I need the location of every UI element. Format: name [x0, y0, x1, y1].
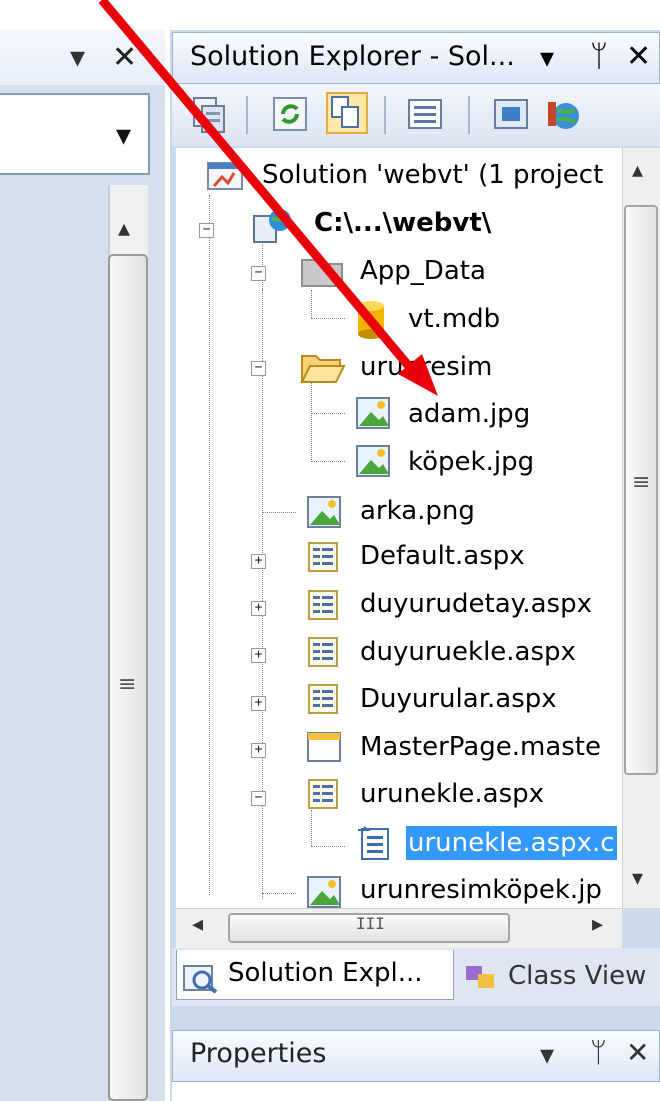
properties-menu-icon[interactable]: ▾	[540, 1038, 554, 1071]
tree-guide-line	[311, 413, 345, 414]
toolbar-separator	[246, 96, 248, 134]
tab-class-view[interactable]: Class View	[508, 961, 646, 991]
tree-guide-line	[311, 290, 312, 318]
tree-item-kopek-jpg[interactable]: köpek.jpg	[408, 445, 534, 479]
image-file-icon	[356, 397, 390, 429]
view-designer-icon[interactable]	[490, 94, 532, 136]
tree-guide-line	[262, 512, 296, 513]
toolbar-separator	[468, 96, 470, 134]
tree-guide-line	[209, 195, 210, 895]
editor-scroll-grip: ≡	[118, 672, 137, 697]
tree-item-urunekle-aspx[interactable]: urunekle.aspx	[360, 777, 544, 811]
pin-icon[interactable]: ᛘ	[590, 39, 608, 74]
tree-guide-line	[311, 318, 345, 319]
editor-scroll-up-icon[interactable]: ▴	[118, 214, 130, 242]
tree-item-duyurular-aspx[interactable]: Duyurular.aspx	[360, 682, 557, 716]
expand-duyurular-icon[interactable]: +	[251, 696, 266, 711]
collapse-project-icon[interactable]: −	[199, 223, 214, 238]
properties-title: Properties	[190, 1038, 327, 1069]
properties-pin-icon[interactable]: ᛘ	[590, 1036, 607, 1069]
image-file-icon	[307, 876, 341, 908]
tree-guide-line	[311, 810, 312, 846]
properties-icon[interactable]	[188, 94, 230, 136]
tree-item-adam-jpg[interactable]: adam.jpg	[408, 397, 530, 431]
expand-duyuruekle-icon[interactable]: +	[251, 648, 266, 663]
folder-icon	[301, 259, 343, 287]
tree-scroll-down-icon[interactable]: ▾	[632, 866, 643, 891]
collapse-urunekle-icon[interactable]: −	[251, 791, 266, 806]
tree-item-urunekle-cs[interactable]: urunekle.aspx.c	[406, 826, 617, 860]
web-form-icon	[308, 779, 338, 809]
tree-scroll-right-icon[interactable]: ▸	[592, 912, 603, 937]
tree-item-duyurudetay-aspx[interactable]: duyurudetay.aspx	[360, 587, 592, 621]
toolbar-separator	[384, 96, 386, 134]
show-all-files-icon[interactable]	[326, 92, 368, 134]
image-file-icon	[307, 496, 341, 528]
close-icon[interactable]: ✕	[626, 39, 651, 74]
tree-item-urunresim[interactable]: urunresim	[360, 350, 492, 384]
properties-body	[172, 1082, 660, 1101]
web-form-icon	[308, 684, 338, 714]
tree-hscroll-grip: III	[356, 914, 385, 933]
tree-guide-line	[311, 461, 345, 462]
database-icon	[358, 301, 384, 339]
editor-close-icon[interactable]: ✕	[112, 40, 137, 75]
editor-dropdown-icon[interactable]: ▾	[70, 40, 85, 75]
properties-close-icon[interactable]: ✕	[626, 1036, 649, 1069]
website-project-icon	[253, 209, 291, 243]
view-code-icon[interactable]	[404, 94, 446, 136]
copy-website-icon[interactable]	[544, 94, 586, 136]
collapse-app-data-icon[interactable]: −	[251, 266, 266, 281]
tree-item-urunresimkopek[interactable]: urunresimköpek.jp	[360, 873, 602, 907]
tree-guide-line	[262, 893, 296, 894]
expand-duyurudetay-icon[interactable]: +	[251, 601, 266, 616]
tree-guide-line	[311, 382, 312, 462]
solution-explorer-title: Solution Explorer - Sol...	[190, 41, 515, 72]
expand-default-icon[interactable]: +	[251, 554, 266, 569]
web-form-icon	[308, 590, 338, 620]
tree-scroll-up-icon[interactable]: ▴	[632, 158, 643, 183]
collapse-urunresim-icon[interactable]: −	[251, 361, 266, 376]
tree-guide-line	[311, 846, 345, 847]
tree-item-app-data[interactable]: App_Data	[360, 254, 486, 288]
combo-dropdown-icon[interactable]: ▾	[116, 118, 131, 153]
image-file-icon	[356, 445, 390, 477]
tree-item-project[interactable]: C:\...\webvt\	[314, 206, 491, 240]
window-menu-icon[interactable]: ▾	[540, 41, 554, 74]
tree-item-duyuruekle-aspx[interactable]: duyuruekle.aspx	[360, 635, 576, 669]
code-file-icon	[358, 826, 389, 860]
solution-explorer-tab-icon	[183, 965, 218, 994]
open-folder-icon	[300, 355, 346, 383]
tree-scroll-grip: ≡	[632, 470, 651, 495]
tree-item-vt-mdb[interactable]: vt.mdb	[408, 302, 500, 336]
web-form-icon	[308, 542, 338, 572]
expand-masterpage-icon[interactable]: +	[251, 743, 266, 758]
tree-guide-line	[262, 289, 263, 899]
tree-item-arka-png[interactable]: arka.png	[360, 494, 475, 528]
tree-scroll-left-icon[interactable]: ◂	[192, 912, 203, 937]
solution-icon	[207, 162, 243, 190]
refresh-icon[interactable]	[270, 94, 312, 136]
tree-item-default-aspx[interactable]: Default.aspx	[360, 539, 525, 573]
class-view-icon	[466, 966, 494, 988]
tree-item-solution[interactable]: Solution 'webvt' (1 project	[262, 158, 603, 192]
web-form-icon	[308, 637, 338, 667]
master-page-icon	[307, 732, 341, 762]
tab-solution-explorer-label: Solution Expl...	[228, 958, 423, 988]
tree-item-masterpage[interactable]: MasterPage.maste	[360, 730, 601, 764]
